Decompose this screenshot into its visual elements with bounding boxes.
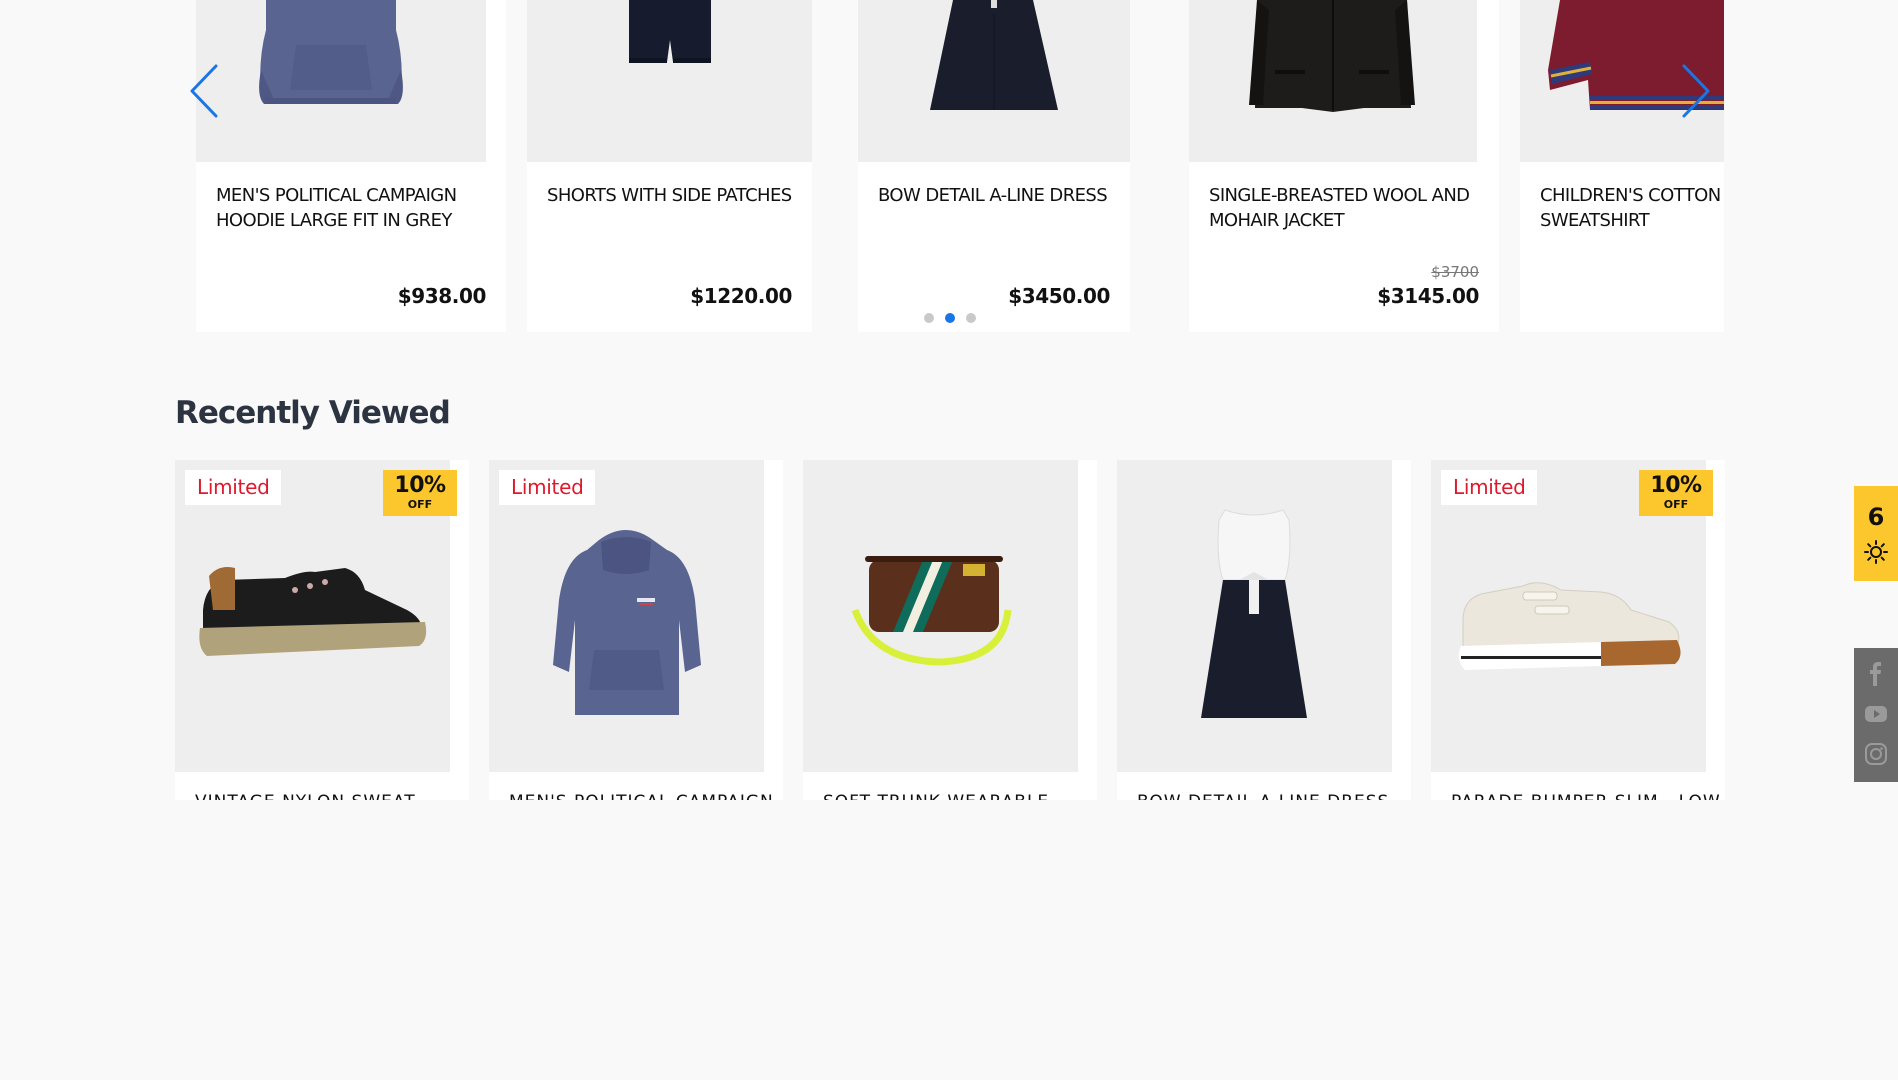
product-image[interactable] (858, 0, 1130, 162)
bag-image[interactable] (803, 460, 1078, 772)
product-name[interactable]: MEN'S POLITICAL CAMPAIGN (509, 792, 774, 800)
hoodie-image[interactable]: Limited (489, 460, 764, 772)
sneaker-white-image[interactable]: Limited 10% OFF (1431, 460, 1713, 772)
product-old-price: $3700 (1431, 263, 1479, 281)
dress-image[interactable] (1117, 460, 1392, 772)
product-name[interactable]: SINGLE-BREASTED WOOL AND MOHAIR JACKET (1209, 183, 1489, 233)
product-carousel: MEN'S POLITICAL CAMPAIGN HOODIE LARGE FI… (196, 0, 1724, 332)
side-cart-widget[interactable]: 6 (1854, 486, 1898, 581)
product-price: $3145.00 (1377, 284, 1479, 308)
carousel-prev-arrow-icon[interactable] (184, 62, 224, 120)
product-name[interactable]: BOW DETAIL A-LINE DRESS (878, 183, 1120, 208)
page: MEN'S POLITICAL CAMPAIGN HOODIE LARGE FI… (0, 0, 1898, 1080)
recently-viewed-card[interactable]: Limited MEN'S POLITICAL CAMPAIGN (489, 460, 783, 800)
facebook-icon[interactable] (1864, 662, 1888, 686)
product-card[interactable]: MEN'S POLITICAL CAMPAIGN HOODIE LARGE FI… (196, 0, 506, 332)
carousel-dot[interactable] (924, 313, 934, 323)
section-title: Recently Viewed (175, 395, 451, 431)
product-name[interactable]: CHILDREN'S COTTON SWEATSHIRT (1540, 183, 1724, 233)
discount-badge: 10% OFF (383, 470, 457, 516)
product-card[interactable]: SHORTS WITH SIDE PATCHES $1220.00 (527, 0, 812, 332)
limited-badge: Limited (1441, 470, 1538, 505)
product-price: $3450.00 (1008, 284, 1110, 308)
discount-percent: 10% (394, 473, 446, 498)
cart-count: 6 (1867, 503, 1885, 531)
youtube-icon[interactable] (1864, 702, 1888, 726)
recently-viewed-card[interactable]: BOW DETAIL A-LINE DRESS (1117, 460, 1411, 800)
limited-badge: Limited (499, 470, 596, 505)
product-name[interactable]: MEN'S POLITICAL CAMPAIGN HOODIE LARGE FI… (216, 183, 496, 233)
product-image[interactable] (527, 0, 812, 162)
carousel-pagination (924, 313, 976, 323)
product-image[interactable] (1189, 0, 1477, 162)
product-name[interactable]: BOW DETAIL A-LINE DRESS (1137, 792, 1389, 800)
product-name[interactable]: VINTAGE NYLON SWEAT (195, 792, 416, 800)
limited-badge: Limited (185, 470, 282, 505)
recently-viewed-card[interactable]: Limited 10% OFF PARADE BUMPER SLIM - LOW (1431, 460, 1725, 800)
carousel-dot[interactable] (966, 313, 976, 323)
social-links (1854, 648, 1898, 782)
product-price: $938.00 (397, 284, 487, 308)
product-name[interactable]: SOFT TRUNK WEARABLE (823, 792, 1049, 800)
discount-percent: 10% (1650, 473, 1702, 498)
product-image[interactable] (196, 0, 486, 162)
product-price: $1220.00 (690, 284, 792, 308)
sun-icon[interactable] (1864, 540, 1888, 564)
product-card[interactable]: CHILDREN'S COTTON SWEATSHIRT (1520, 0, 1724, 332)
product-card[interactable]: SINGLE-BREASTED WOOL AND MOHAIR JACKET $… (1189, 0, 1499, 332)
product-name[interactable]: PARADE BUMPER SLIM - LOW (1451, 792, 1721, 800)
recently-viewed-card[interactable]: Limited 10% OFF VINTAGE NYLON SWEAT (175, 460, 469, 800)
discount-label: OFF (407, 498, 433, 511)
instagram-icon[interactable] (1864, 742, 1888, 766)
recently-viewed-card[interactable]: SOFT TRUNK WEARABLE (803, 460, 1097, 800)
sneaker-black-image[interactable]: Limited 10% OFF (175, 460, 457, 772)
discount-badge: 10% OFF (1639, 470, 1713, 516)
carousel-dot-active[interactable] (945, 313, 955, 323)
discount-label: OFF (1663, 498, 1689, 511)
carousel-next-arrow-icon[interactable] (1676, 62, 1716, 120)
product-name[interactable]: SHORTS WITH SIDE PATCHES (547, 183, 802, 208)
product-card[interactable]: BOW DETAIL A-LINE DRESS $3450.00 (858, 0, 1130, 332)
